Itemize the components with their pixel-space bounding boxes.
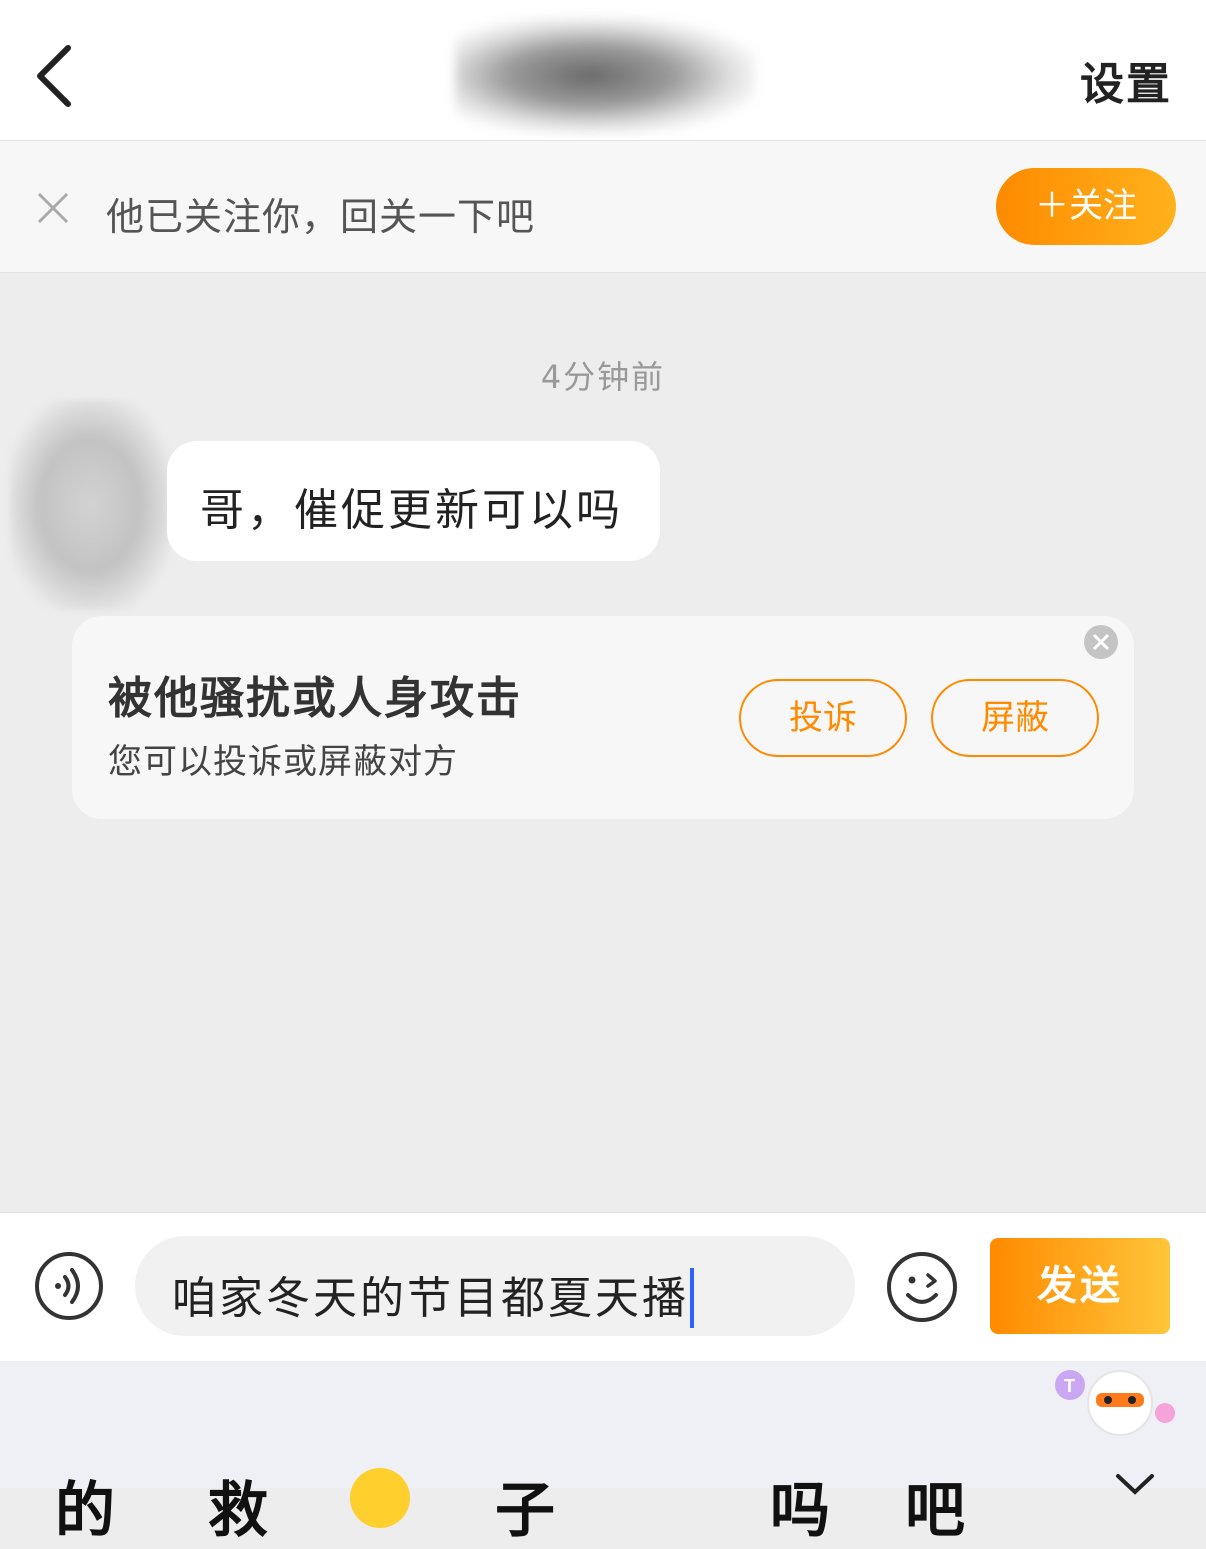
message-text: 哥，催促更新可以吗	[200, 485, 623, 536]
message-timestamp: 4分钟前	[540, 358, 666, 396]
follow-button[interactable]: ＋关注	[996, 168, 1176, 245]
candidate-emoji-icon[interactable]	[350, 1468, 410, 1528]
top-bar: 设置	[0, 0, 1206, 141]
follow-back-text: 他已关注你，回关一下吧	[106, 195, 536, 239]
candidate-word[interactable]: 的	[55, 1462, 115, 1549]
conversation-title-redacted	[455, 18, 755, 133]
keyboard-mascot-icon[interactable]: T	[1050, 1365, 1185, 1440]
candidate-word[interactable]: 吧	[905, 1462, 965, 1549]
candidate-word[interactable]: 吗	[770, 1462, 830, 1549]
chevron-left-icon[interactable]	[28, 40, 88, 110]
harassment-title: 被他骚扰或人身攻击	[108, 673, 522, 724]
candidate-word[interactable]: 子	[495, 1462, 555, 1549]
svg-text:T: T	[1064, 1376, 1075, 1396]
send-button[interactable]: 发送	[990, 1238, 1170, 1334]
close-circle-icon[interactable]	[1083, 624, 1119, 660]
keyboard	[0, 1361, 1206, 1488]
harassment-subtitle: 您可以投诉或屏蔽对方	[108, 742, 458, 782]
report-button[interactable]: 投诉	[739, 679, 907, 757]
text-caret	[690, 1268, 694, 1328]
emoji-icon[interactable]	[886, 1251, 958, 1323]
voice-icon[interactable]	[34, 1251, 104, 1321]
block-button[interactable]: 屏蔽	[931, 679, 1099, 757]
avatar[interactable]	[10, 400, 170, 610]
settings-button[interactable]: 设置	[1080, 48, 1172, 112]
message-input-value: 咱家冬天的节目都夏天播	[172, 1273, 689, 1324]
chevron-down-icon[interactable]	[1110, 1470, 1160, 1500]
message-input-text[interactable]: 咱家冬天的节目都夏天播	[172, 1262, 694, 1328]
close-icon[interactable]	[36, 191, 70, 225]
candidate-word[interactable]: 救	[208, 1462, 268, 1549]
